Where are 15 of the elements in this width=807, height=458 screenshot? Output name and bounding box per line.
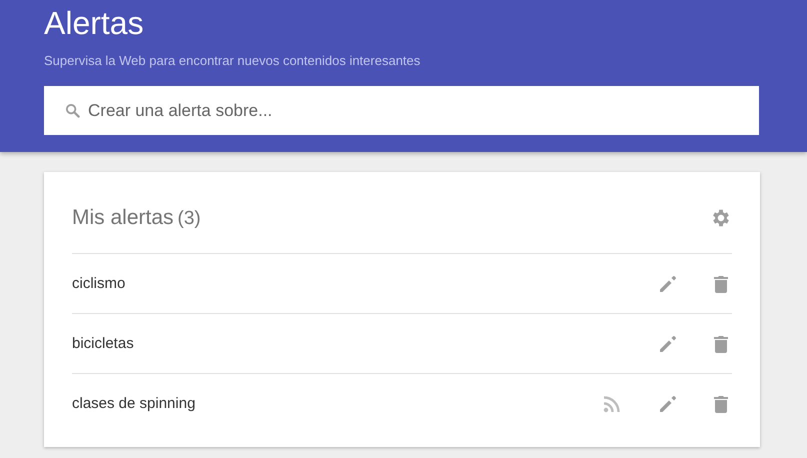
- delete-icon[interactable]: [714, 274, 728, 292]
- edit-icon[interactable]: [658, 334, 678, 354]
- edit-icon[interactable]: [658, 274, 678, 294]
- delete-icon[interactable]: [714, 394, 728, 412]
- page-title: Alertas: [44, 4, 145, 42]
- alert-name[interactable]: clases de spinning: [72, 395, 196, 412]
- alert-name[interactable]: bicicletas: [72, 335, 134, 352]
- delete-icon[interactable]: [714, 334, 728, 352]
- edit-icon[interactable]: [658, 394, 678, 414]
- alert-name[interactable]: ciclismo: [72, 275, 126, 292]
- rss-icon[interactable]: [602, 394, 622, 414]
- search-field[interactable]: Crear una alerta sobre...: [44, 86, 759, 135]
- alert-count: (3): [178, 208, 201, 230]
- card-title: Mis alertas: [72, 206, 174, 230]
- page-subtitle: Supervisa la Web para encontrar nuevos contenidos interesantes: [44, 53, 422, 69]
